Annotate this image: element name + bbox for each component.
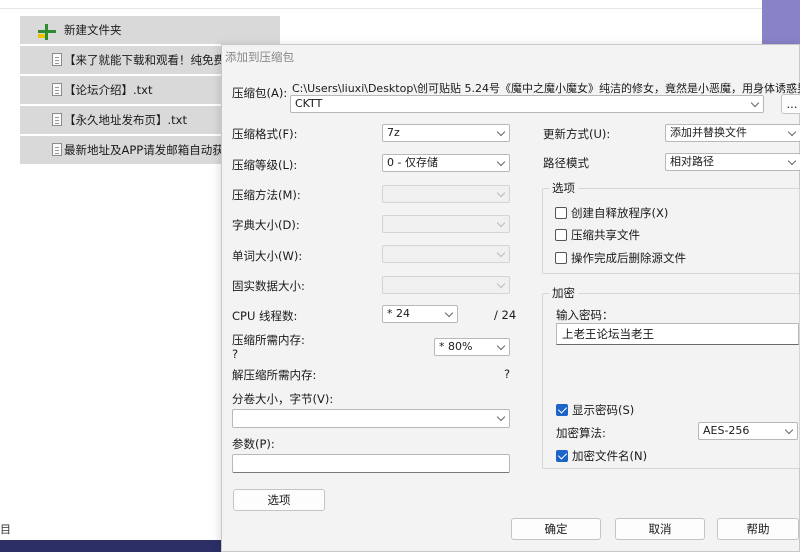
show-password-option[interactable]: 显示密码(S) [556,402,634,418]
memory-percent-select[interactable]: * 80% [434,338,510,356]
sfx-checkbox[interactable] [555,207,567,219]
archive-name-combo[interactable]: CKTT [290,95,764,113]
chevron-down-icon [496,127,506,137]
chevron-down-icon [787,127,797,137]
file-name: 最新地址及APP请发邮箱自动获取 [64,143,236,157]
add-to-archive-dialog: 添加到压缩包 压缩包(A): C:\Users\liuxi\Desktop\创可… [221,44,800,552]
cancel-button[interactable]: 取消 [615,518,705,540]
cpu-threads-label: CPU 线程数: [232,309,298,323]
explorer-divider [0,8,762,9]
solid-size-select[interactable] [382,276,510,294]
file-name: 【永久地址发布页】.txt [64,113,187,127]
method-select[interactable] [382,185,510,203]
delete-after-checkbox[interactable] [555,252,567,264]
folder-label: 新建文件夹 [64,23,122,37]
level-value: 0 - 仅存储 [387,156,438,169]
options-group-title: 选项 [549,180,578,196]
taskbar-fragment [0,540,230,552]
path-mode-value: 相对路径 [670,155,714,168]
text-file-icon [52,143,62,156]
desktop-background [762,0,800,46]
word-size-select[interactable] [382,245,510,263]
encryption-group-title: 加密 [549,285,578,301]
ok-button[interactable]: 确定 [511,518,601,540]
memory-percent-value: * 80% [439,340,473,353]
chevron-down-icon [444,308,454,318]
show-password-checkbox[interactable] [556,404,568,416]
chevron-down-icon [496,248,506,258]
chevron-down-icon [787,156,797,166]
encrypt-names-option[interactable]: 加密文件名(N) [556,448,647,464]
sfx-option[interactable]: 创建自释放程序(X) [555,205,668,221]
split-volume-select[interactable] [232,409,510,428]
archive-path: C:\Users\liuxi\Desktop\创可贴贴 5.24号《魔中之魔小魔… [292,82,800,95]
options-button[interactable]: 选项 [233,489,325,511]
parameters-label: 参数(P): [232,437,275,451]
chevron-down-icon [750,98,760,108]
password-label: 输入密码： [556,308,614,322]
format-value: 7z [387,126,400,139]
encrypt-names-checkbox[interactable] [556,450,568,462]
chevron-down-icon [496,188,506,198]
update-mode-label: 更新方式(U): [543,127,611,141]
path-mode-label: 路径模式 [543,156,589,170]
dictionary-label: 字典大小(D): [232,218,300,232]
show-password-label: 显示密码(S) [572,403,635,417]
text-file-icon [52,83,62,96]
chevron-down-icon [784,425,794,435]
dialog-title: 添加到压缩包 [225,50,294,64]
level-label: 压缩等级(L): [232,158,298,172]
encrypt-names-label: 加密文件名(N) [572,449,648,463]
cpu-threads-select[interactable]: * 24 [382,305,458,323]
memory-value: ? [232,347,239,361]
folder-item[interactable]: 新建文件夹 [20,16,280,44]
options-group: 选项 创建自释放程序(X) 压缩共享文件 操作完成后删除源文件 [542,180,800,274]
chevron-down-icon [496,157,506,167]
memory-label: 压缩所需内存: [232,333,305,347]
new-folder-icon [38,24,56,40]
chevron-down-icon [496,279,506,289]
status-bar-text: 目 [0,523,11,536]
method-label: 压缩方法(M): [232,188,301,202]
shared-files-checkbox[interactable] [555,229,567,241]
delete-after-option[interactable]: 操作完成后删除源文件 [555,250,686,266]
archive-name-value: CKTT [295,97,323,110]
help-button[interactable]: 帮助 [717,518,799,540]
text-file-icon [52,53,62,66]
parameters-input[interactable] [232,454,510,473]
encryption-method-select[interactable]: AES-256 [698,422,798,440]
path-mode-select[interactable]: 相对路径 [665,153,800,171]
shared-files-label: 压缩共享文件 [571,228,640,242]
delete-after-label: 操作完成后删除源文件 [571,251,686,265]
sfx-label: 创建自释放程序(X) [571,206,669,220]
decompress-memory-label: 解压缩所需内存: [232,368,317,382]
cpu-threads-total: / 24 [494,308,517,322]
encryption-method-label: 加密算法: [556,426,606,440]
update-mode-value: 添加并替换文件 [670,126,747,139]
chevron-down-icon [496,218,506,228]
decompress-memory-value: ? [504,367,511,381]
password-input[interactable]: 上老王论坛当老王 [556,323,799,345]
chevron-down-icon [496,341,506,351]
word-size-label: 单词大小(W): [232,249,303,263]
archive-label: 压缩包(A): [232,86,288,100]
format-select[interactable]: 7z [382,124,510,142]
update-mode-select[interactable]: 添加并替换文件 [665,124,800,142]
encryption-method-value: AES-256 [703,424,750,437]
dictionary-select[interactable] [382,215,510,233]
file-name: 【论坛介绍】.txt [64,83,153,97]
browse-button[interactable]: ... [781,94,800,114]
split-volume-label: 分卷大小，字节(V): [232,392,334,406]
solid-size-label: 固实数据大小: [232,279,305,293]
chevron-down-icon [496,412,506,422]
level-select[interactable]: 0 - 仅存储 [382,154,510,172]
text-file-icon [52,113,62,126]
file-name: 【来了就能下载和观看！纯免费 [64,53,225,67]
cpu-threads-value: * 24 [387,307,410,320]
format-label: 压缩格式(F): [232,127,298,141]
shared-files-option[interactable]: 压缩共享文件 [555,227,640,243]
